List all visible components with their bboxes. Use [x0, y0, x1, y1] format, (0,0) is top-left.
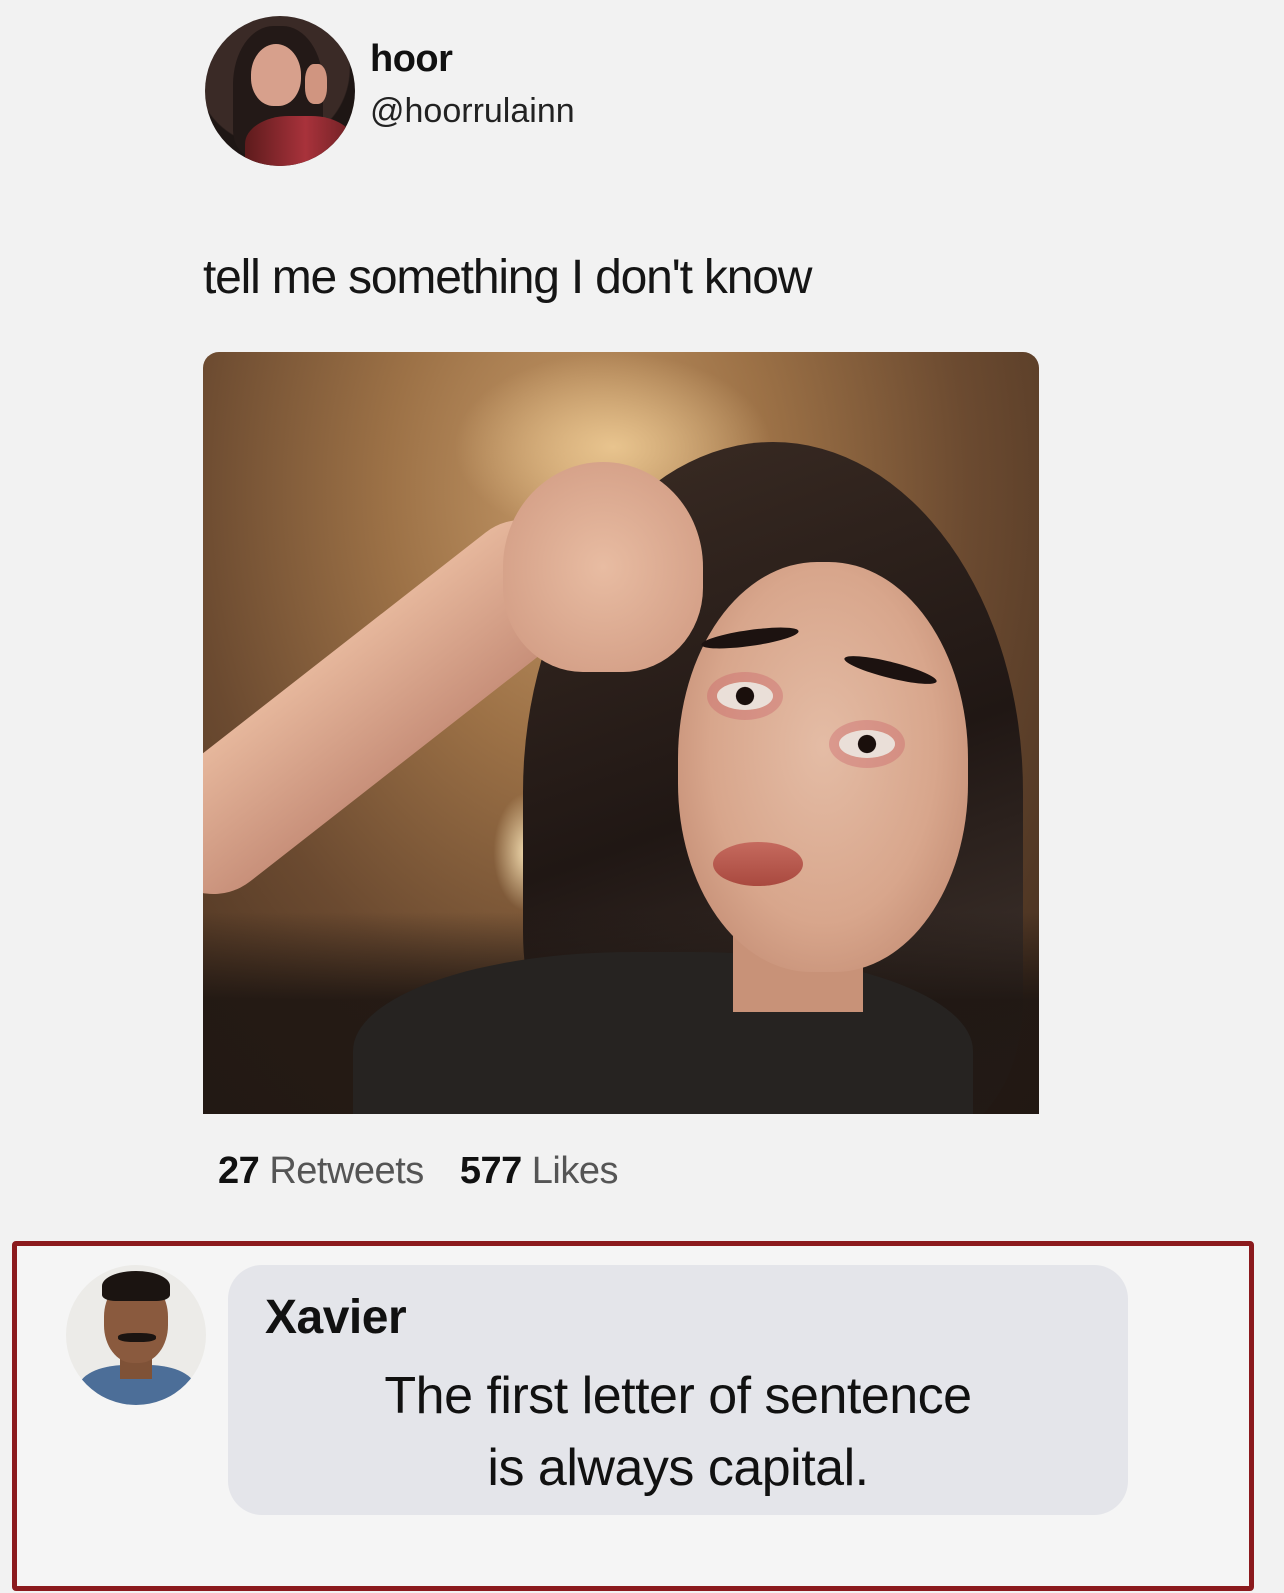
tweet-photo[interactable]	[203, 352, 1039, 1114]
comment-text: The first letter of sentence is always c…	[228, 1360, 1128, 1504]
tweet-stats: 27 Retweets 577 Likes	[218, 1150, 644, 1193]
photo-hand	[503, 462, 703, 672]
tweet-author-avatar[interactable]	[205, 16, 355, 166]
avatar-face-shape	[251, 44, 301, 106]
comment-text-line-1: The first letter of sentence	[384, 1367, 972, 1425]
photo-shirt	[353, 952, 973, 1114]
tweet-author-display-name[interactable]: hoor	[370, 38, 453, 81]
avatar-outfit-shape	[245, 116, 355, 166]
photo-lips	[713, 842, 803, 886]
commenter-mustache	[118, 1333, 156, 1342]
photo-right-eye	[839, 730, 895, 758]
comment-text-line-2: is always capital.	[487, 1439, 869, 1497]
retweets-label[interactable]: Retweets	[269, 1150, 424, 1192]
avatar-hand-shape	[305, 64, 327, 104]
tweet-text: tell me something I don't know	[203, 251, 812, 304]
tweet-author-handle[interactable]: @hoorrulainn	[370, 92, 575, 131]
photo-face	[678, 562, 968, 972]
retweets-count[interactable]: 27	[218, 1150, 260, 1192]
likes-label[interactable]: Likes	[532, 1150, 619, 1192]
commenter-avatar[interactable]	[66, 1265, 206, 1405]
likes-count[interactable]: 577	[460, 1150, 522, 1192]
comment-author-name[interactable]: Xavier	[265, 1290, 407, 1345]
commenter-hair	[102, 1271, 170, 1301]
photo-left-eye	[717, 682, 773, 710]
